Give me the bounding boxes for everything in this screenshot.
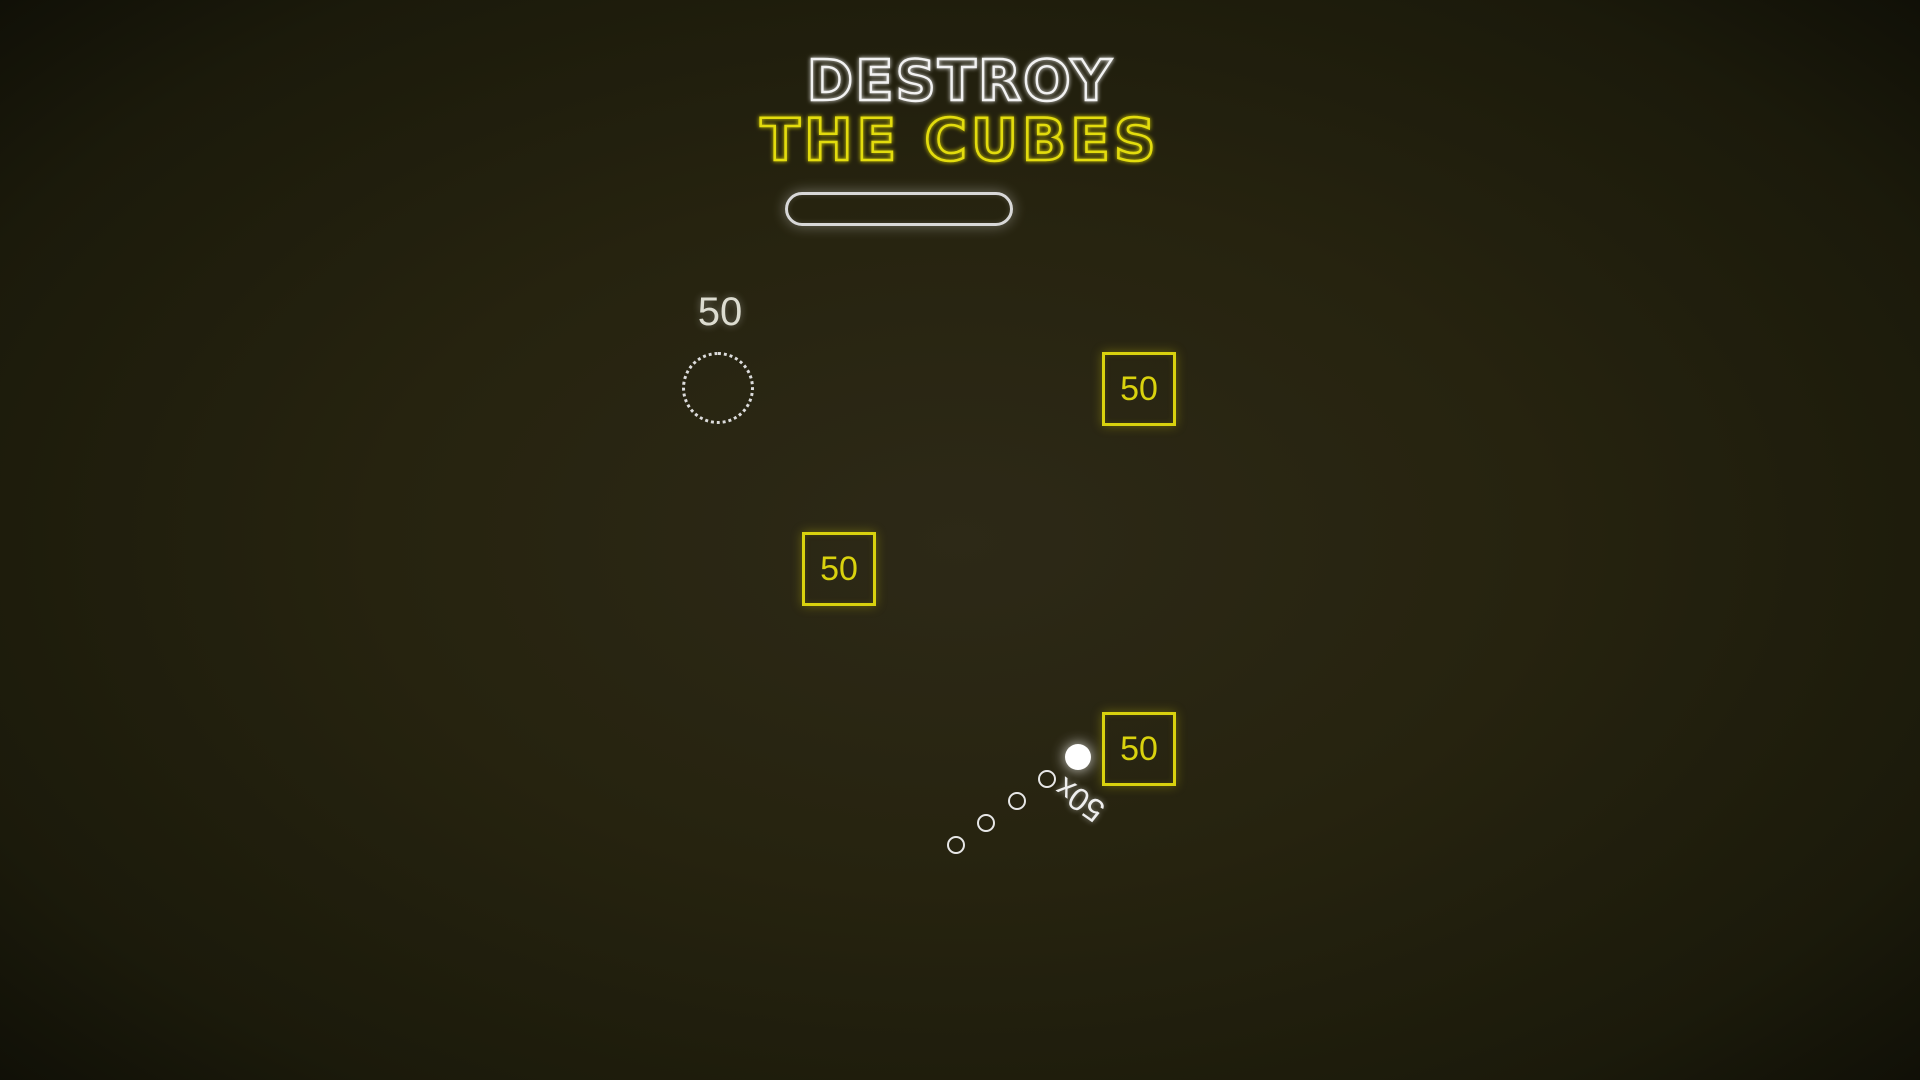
- aim-trajectory-dot: [1038, 770, 1056, 788]
- title-line-destroy: DESTROY: [807, 49, 1114, 114]
- title-line-the-cubes: THE CUBES: [760, 106, 1159, 174]
- level-progress-bar: [785, 192, 1013, 226]
- game-canvas[interactable]: DESTROY THE CUBES 50 50 50 50 50x: [0, 0, 1920, 1080]
- cube-block: 50: [1102, 352, 1176, 426]
- spawn-ring-icon: [682, 352, 754, 424]
- aim-trajectory-dot: [977, 814, 995, 832]
- cube-block: 50: [802, 532, 876, 606]
- cube-block: 50: [1102, 712, 1176, 786]
- aim-trajectory-dot: [1008, 792, 1026, 810]
- aim-trajectory-dot: [947, 836, 965, 854]
- game-title-logo: DESTROY THE CUBES: [759, 48, 1159, 176]
- player-ball[interactable]: [1065, 744, 1091, 770]
- spawn-score-label: 50: [697, 290, 743, 334]
